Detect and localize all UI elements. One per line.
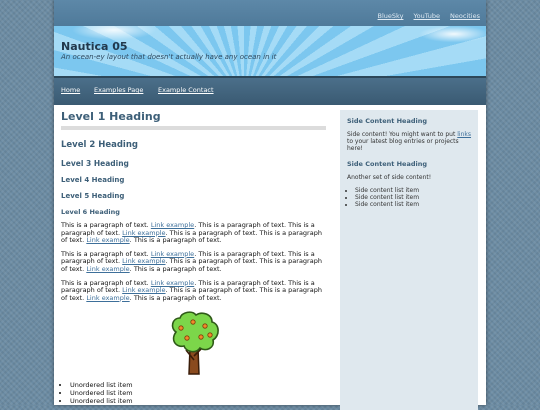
- paragraph-link[interactable]: Link example: [86, 265, 129, 273]
- heading-level-1: Level 1 Heading: [61, 110, 161, 123]
- heading-level-2: Level 2 Heading: [61, 140, 138, 150]
- side-list-item: Side content list item: [355, 194, 471, 201]
- nav-examples-page[interactable]: Examples Page: [94, 86, 143, 94]
- heading-level-3: Level 3 Heading: [61, 159, 129, 168]
- sidebar: Side Content Heading Side content! You m…: [340, 110, 478, 410]
- side-list: Side content list item Side content list…: [347, 187, 471, 208]
- side-link[interactable]: links: [457, 131, 471, 138]
- site-title: Nautica 05: [61, 40, 128, 53]
- heading-level-5: Level 5 Heading: [61, 192, 125, 200]
- side-list-item: Side content list item: [355, 201, 471, 208]
- heading-level-4: Level 4 Heading: [61, 176, 125, 184]
- tree-icon: [171, 311, 219, 376]
- list-item: Unordered list item: [70, 397, 326, 406]
- paragraph-3: This is a paragraph of text. Link exampl…: [61, 278, 322, 302]
- side-text-2: Another set of side content!: [347, 174, 432, 181]
- page-container: BlueSky YouTube Neocities Nautica 05 An …: [54, 0, 486, 410]
- side-heading-2: Side Content Heading: [347, 160, 428, 168]
- nav-example-contact[interactable]: Example Contact: [158, 86, 214, 94]
- top-link-bluesky[interactable]: BlueSky: [378, 12, 404, 20]
- side-list-item: Side content list item: [355, 187, 471, 194]
- top-link-youtube[interactable]: YouTube: [414, 12, 440, 20]
- side-text-1: Side content! You might want to put link…: [347, 131, 472, 152]
- header-banner: Nautica 05 An ocean-ey layout that doesn…: [54, 26, 486, 76]
- paragraph-2: This is a paragraph of text. Link exampl…: [61, 249, 322, 273]
- top-links: BlueSky YouTube Neocities: [370, 12, 480, 20]
- side-heading-1: Side Content Heading: [347, 117, 428, 125]
- top-bar: BlueSky YouTube Neocities: [54, 0, 486, 26]
- unordered-list: Unordered list item Unordered list item …: [61, 382, 326, 405]
- nav-home[interactable]: Home: [61, 86, 80, 94]
- paragraph-link[interactable]: Link example: [86, 294, 129, 302]
- site-tagline: An ocean-ey layout that doesn't actually…: [61, 53, 277, 61]
- paragraph-1: This is a paragraph of text. Link exampl…: [61, 221, 322, 245]
- heading-underline: [61, 126, 326, 130]
- top-link-neocities[interactable]: Neocities: [450, 12, 480, 20]
- heading-level-6: Level 6 Heading: [61, 208, 120, 216]
- main-content: Level 1 Heading Level 2 Heading Level 3 …: [61, 110, 326, 405]
- main-nav: Home Examples Page Example Contact: [54, 76, 486, 105]
- paragraph-link[interactable]: Link example: [86, 236, 129, 244]
